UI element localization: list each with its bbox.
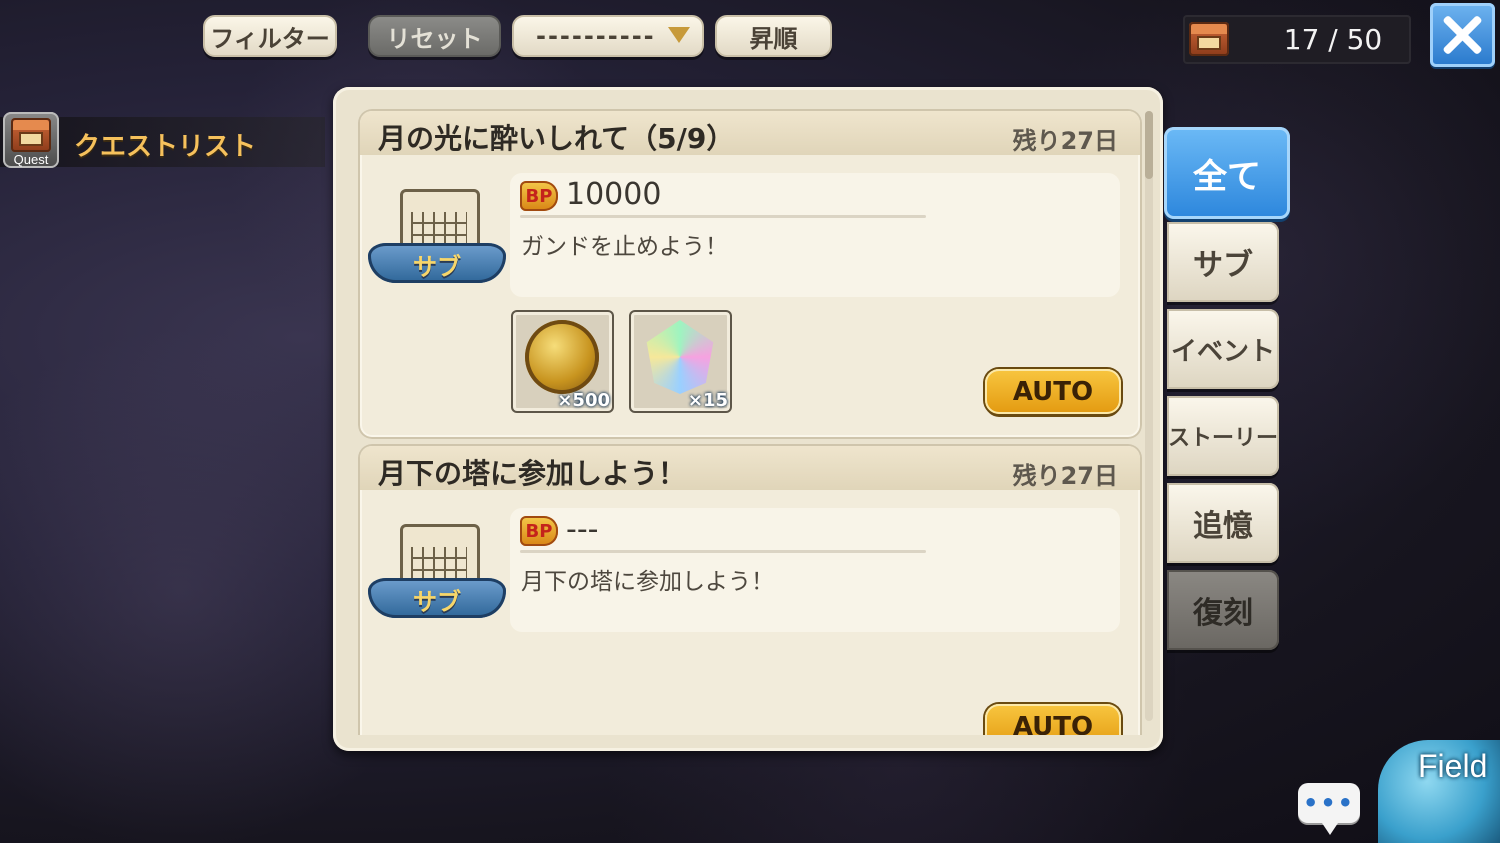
page-title: クエストリスト <box>74 132 257 162</box>
quest-description: ガンドを止めよう！ <box>521 234 728 260</box>
quest-card-header: 月の光に酔いしれて（5/9） 残り27日 <box>360 111 1140 155</box>
quest-description: 月下の塔に参加しよう！ <box>521 569 774 595</box>
gold-coin-icon <box>525 320 599 394</box>
reward-item[interactable]: ×500 <box>511 310 614 413</box>
chest-icon <box>1189 22 1229 56</box>
quest-info: BP 10000 ガンドを止めよう！ <box>510 173 1120 297</box>
divider <box>520 550 926 553</box>
bp-value: 10000 <box>566 177 662 212</box>
bp-value: --- <box>566 512 599 547</box>
bp-icon: BP <box>520 181 558 211</box>
category-ribbon: サブ <box>368 578 506 618</box>
quest-info: BP --- 月下の塔に参加しよう！ <box>510 508 1120 632</box>
quest-card[interactable]: 月の光に酔いしれて（5/9） 残り27日 サブ BP 10000 ガンドを止めよ… <box>358 109 1142 439</box>
divider <box>520 215 926 218</box>
auto-button[interactable]: AUTO <box>985 704 1121 735</box>
quest-card-header: 月下の塔に参加しよう！ 残り27日 <box>360 446 1140 490</box>
tab-story[interactable]: ストーリー <box>1167 396 1279 476</box>
filter-button[interactable]: フィルター <box>203 15 337 57</box>
close-button[interactable] <box>1430 3 1495 67</box>
rainbow-crystal-icon <box>646 320 714 394</box>
scrollbar-thumb[interactable] <box>1145 111 1153 179</box>
field-button[interactable]: Field <box>1378 740 1500 843</box>
category-label: サブ <box>413 253 461 281</box>
chevron-down-icon <box>668 27 690 43</box>
tab-revival[interactable]: 復刻 <box>1167 570 1279 650</box>
quest-counter-text: 17 / 50 <box>1283 23 1383 56</box>
quest-icon-caption: Quest <box>13 152 49 167</box>
reward-item[interactable]: ×15 <box>629 310 732 413</box>
sub-quest-badge: サブ <box>368 183 506 295</box>
quest-counter: 17 / 50 <box>1183 15 1411 64</box>
quest-title: 月の光に酔いしれて（5/9） <box>378 122 735 155</box>
quest-list[interactable]: 月の光に酔いしれて（5/9） 残り27日 サブ BP 10000 ガンドを止めよ… <box>358 109 1142 735</box>
field-label: Field <box>1418 748 1488 784</box>
sub-quest-badge: サブ <box>368 518 506 630</box>
chat-icon: ••• <box>1302 789 1356 817</box>
scrollbar[interactable] <box>1145 111 1153 721</box>
reward-qty: ×15 <box>687 390 728 411</box>
order-button[interactable]: 昇順 <box>715 15 832 57</box>
quest-card[interactable]: 月下の塔に参加しよう！ 残り27日 サブ BP --- 月下の塔に参加しよう！ … <box>358 444 1142 735</box>
auto-button[interactable]: AUTO <box>985 369 1121 414</box>
quest-title: 月下の塔に参加しよう！ <box>378 457 687 490</box>
category-label: サブ <box>413 588 461 616</box>
category-ribbon: サブ <box>368 243 506 283</box>
tab-all[interactable]: 全て <box>1164 127 1290 219</box>
tab-sub[interactable]: サブ <box>1167 222 1279 302</box>
quest-remaining: 残り27日 <box>1012 127 1118 155</box>
chat-button[interactable]: ••• <box>1298 783 1360 835</box>
reward-qty: ×500 <box>557 390 610 411</box>
quest-icon: Quest <box>3 112 59 168</box>
chest-icon <box>11 118 51 152</box>
bp-icon: BP <box>520 516 558 546</box>
reset-button[interactable]: リセット <box>368 15 501 57</box>
quest-list-panel: 月の光に酔いしれて（5/9） 残り27日 サブ BP 10000 ガンドを止めよ… <box>333 87 1163 751</box>
tab-memories[interactable]: 追憶 <box>1167 483 1279 563</box>
sort-select-value: ---------- <box>536 22 656 50</box>
tab-event[interactable]: イベント <box>1167 309 1279 389</box>
sort-select[interactable]: ---------- <box>512 15 704 57</box>
quest-remaining: 残り27日 <box>1012 462 1118 490</box>
